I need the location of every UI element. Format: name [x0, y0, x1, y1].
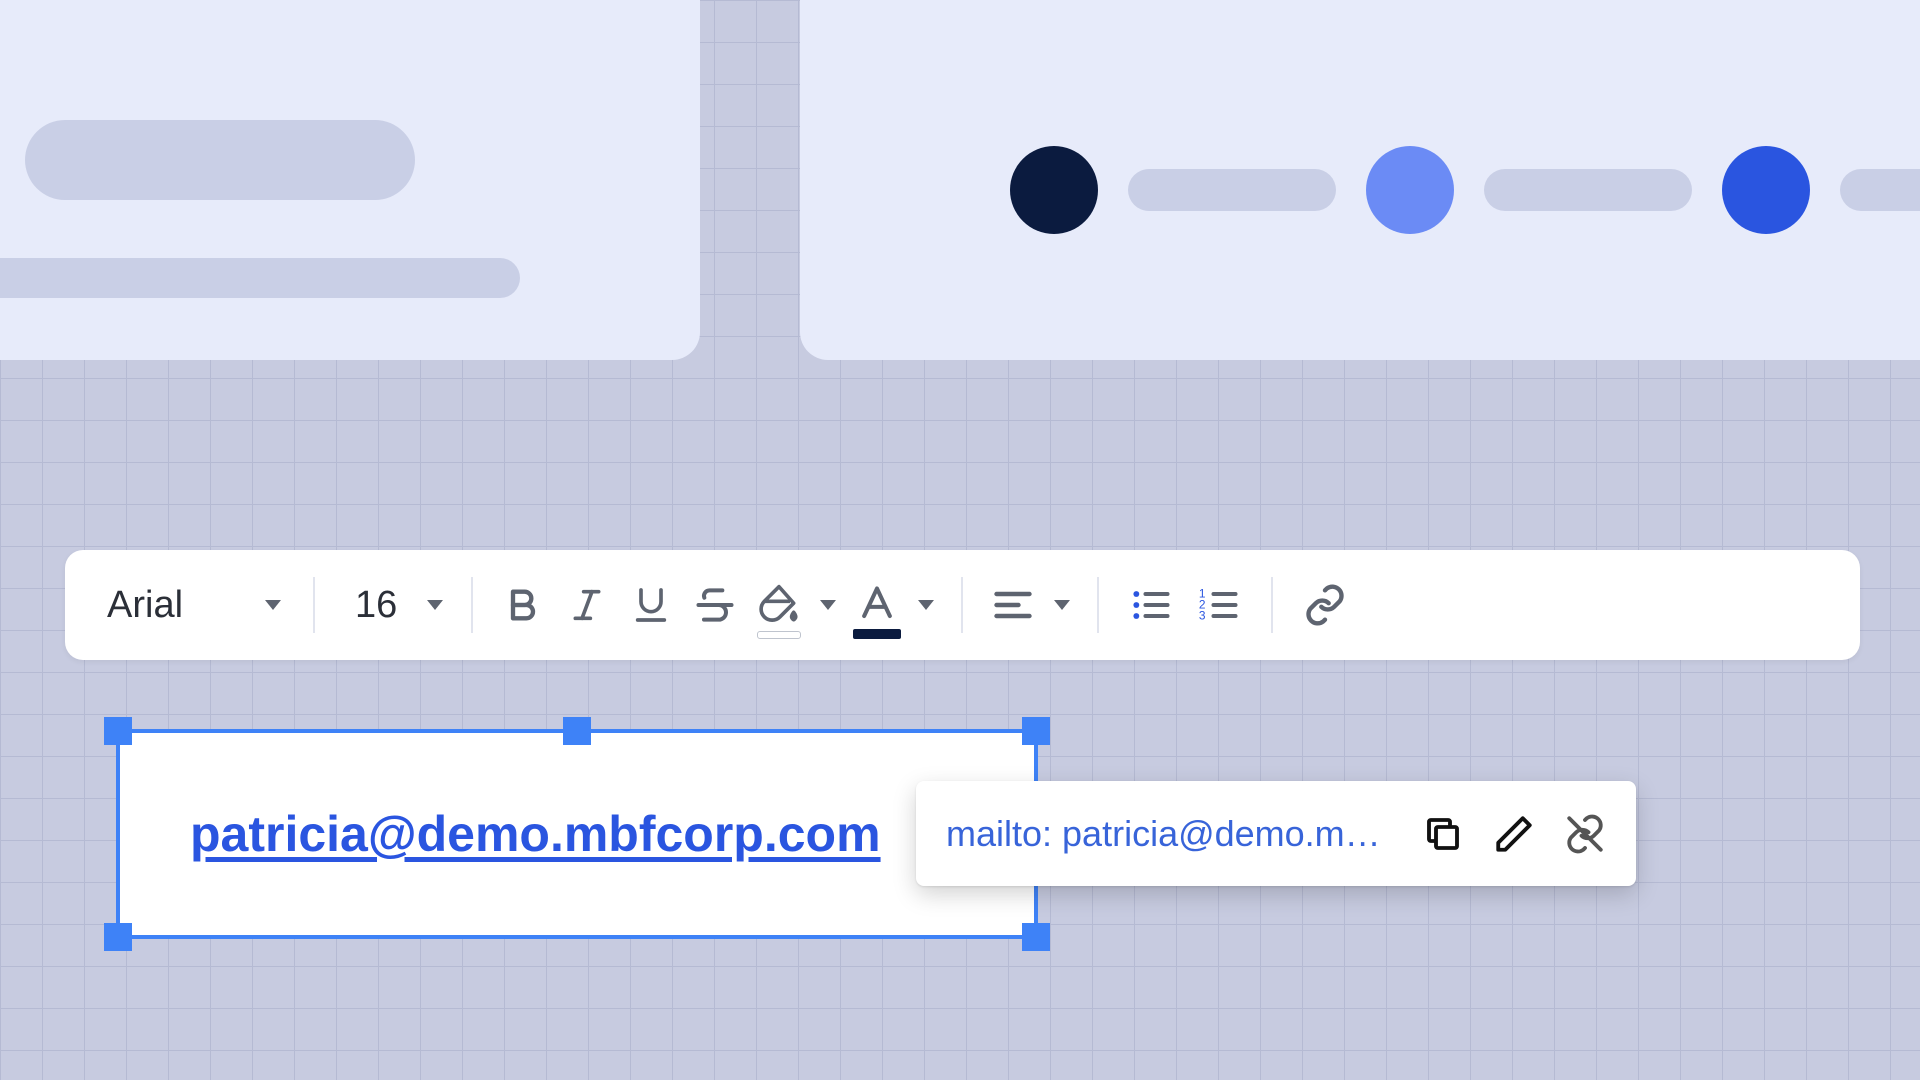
chevron-down-icon: [820, 600, 836, 610]
font-family-select[interactable]: Arial: [85, 567, 295, 643]
align-button[interactable]: [981, 567, 1045, 643]
legend-dot-blue: [1722, 146, 1810, 234]
email-link[interactable]: patricia@demo.mbfcorp.com: [190, 805, 881, 863]
underline-icon: [631, 583, 671, 627]
strikethrough-button[interactable]: [683, 567, 747, 643]
edit-link-button[interactable]: [1485, 805, 1542, 863]
bulleted-list-button[interactable]: [1117, 567, 1185, 643]
paint-bucket-icon: [757, 583, 801, 627]
numbered-list-icon: 123: [1193, 583, 1245, 627]
resize-handle-top-right[interactable]: [1022, 717, 1050, 745]
italic-icon: [567, 583, 607, 627]
toolbar-separator: [1097, 577, 1099, 633]
link-icon: [1299, 583, 1351, 627]
toolbar-separator: [1271, 577, 1273, 633]
italic-button[interactable]: [555, 567, 619, 643]
bold-button[interactable]: [491, 567, 555, 643]
placeholder-bar-large: [25, 120, 415, 200]
font-size-value: 16: [355, 584, 397, 627]
align-left-icon: [989, 583, 1037, 627]
underline-button[interactable]: [619, 567, 683, 643]
copy-icon: [1422, 813, 1464, 855]
text-color-dropdown[interactable]: [909, 567, 943, 643]
unlink-icon: [1562, 813, 1608, 855]
legend-bar-1: [1128, 169, 1336, 211]
link-url-display[interactable]: mailto: patricia@demo.mbf...: [946, 813, 1400, 855]
font-size-select[interactable]: 16: [333, 567, 453, 643]
resize-handle-bottom-right[interactable]: [1022, 923, 1050, 951]
text-format-toolbar: Arial 16: [65, 550, 1860, 660]
strikethrough-icon: [693, 583, 737, 627]
text-color-button[interactable]: [845, 567, 909, 643]
numbered-list-button[interactable]: 123: [1185, 567, 1253, 643]
legend-bar-3: [1840, 169, 1920, 211]
fill-color-button[interactable]: [747, 567, 811, 643]
align-dropdown[interactable]: [1045, 567, 1079, 643]
panel-top-right: [800, 0, 1920, 360]
legend-dot-navy: [1010, 146, 1098, 234]
bulleted-list-icon: [1125, 583, 1177, 627]
panel-top-left: [0, 0, 700, 360]
copy-link-button[interactable]: [1414, 805, 1471, 863]
selected-text-box[interactable]: patricia@demo.mbfcorp.com: [116, 729, 1038, 939]
link-popover: mailto: patricia@demo.mbf...: [916, 781, 1636, 886]
toolbar-separator: [471, 577, 473, 633]
insert-link-button[interactable]: [1291, 567, 1359, 643]
svg-text:3: 3: [1199, 609, 1206, 623]
chevron-down-icon: [918, 600, 934, 610]
legend-dot-lightblue: [1366, 146, 1454, 234]
resize-handle-top-middle[interactable]: [563, 717, 591, 745]
fill-color-swatch: [757, 631, 801, 639]
resize-handle-bottom-left[interactable]: [104, 923, 132, 951]
text-color-a-icon: [855, 583, 899, 627]
legend-bar-2: [1484, 169, 1692, 211]
resize-handle-top-left[interactable]: [104, 717, 132, 745]
font-family-value: Arial: [107, 584, 183, 627]
placeholder-bar-small: [0, 258, 520, 298]
fill-color-dropdown[interactable]: [811, 567, 845, 643]
chevron-down-icon: [1054, 600, 1070, 610]
chevron-down-icon: [265, 600, 281, 610]
toolbar-separator: [313, 577, 315, 633]
pencil-icon: [1493, 813, 1535, 855]
bold-icon: [503, 583, 543, 627]
text-color-swatch: [853, 629, 901, 639]
toolbar-separator: [961, 577, 963, 633]
chevron-down-icon: [427, 600, 443, 610]
remove-link-button[interactable]: [1557, 805, 1614, 863]
